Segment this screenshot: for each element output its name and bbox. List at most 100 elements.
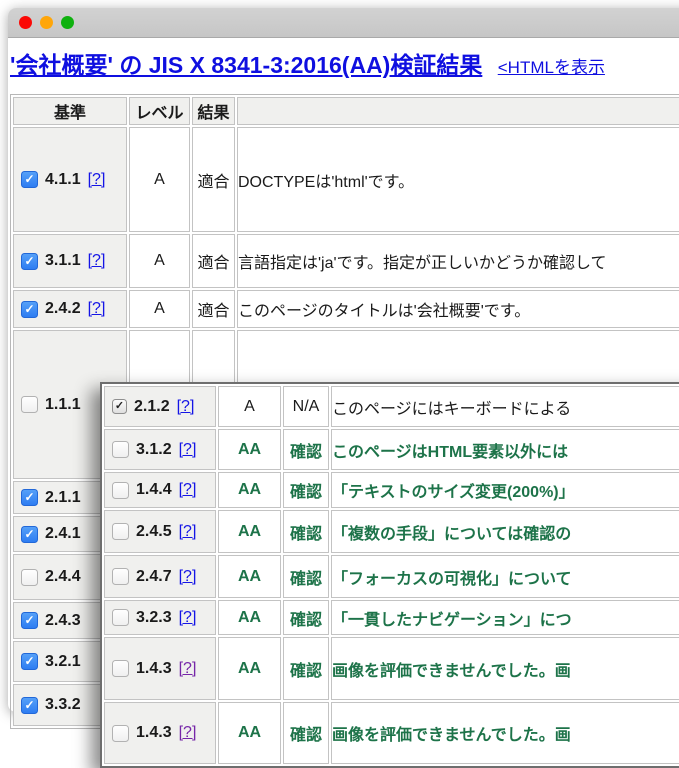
validation-result-title-link[interactable]: '会社概要' の JIS X 8341-3:2016(AA)検証結果: [10, 52, 482, 78]
result-detail-popup: 2.1.2 [?] A N/A このページにはキーボードによる 3.1.2 [?…: [100, 382, 679, 768]
criterion-cell: 2.4.2 [?]: [13, 290, 127, 328]
help-link[interactable]: [?]: [88, 171, 106, 189]
criterion-number: 1.4.3: [136, 659, 172, 677]
level-cell: A: [129, 234, 190, 288]
result-cell: 適合: [192, 127, 235, 232]
criterion-cell: 3.1.2 [?]: [104, 429, 216, 470]
checkbox-unchecked-icon[interactable]: [112, 441, 129, 458]
result-cell: 確認: [283, 429, 329, 470]
result-cell: N/A: [283, 386, 329, 427]
criterion-number: 2.4.4: [45, 568, 81, 585]
criterion-cell: 1.4.3 [?]: [104, 637, 216, 700]
help-link[interactable]: [?]: [179, 609, 197, 627]
checkbox-unchecked-icon[interactable]: [112, 568, 129, 585]
table-row: 4.1.1 [?] A 適合 DOCTYPEは'html'です。: [13, 127, 679, 232]
description-cell: 「フォーカスの可視化」について: [331, 555, 679, 598]
help-link[interactable]: [?]: [88, 252, 106, 270]
criterion-cell: 2.4.7 [?]: [104, 555, 216, 598]
page-title: '会社概要' の JIS X 8341-3:2016(AA)検証結果 <HTML…: [10, 46, 605, 80]
show-html-link[interactable]: <HTMLを表示: [498, 58, 605, 77]
criterion-number: 1.4.3: [136, 724, 172, 741]
level-cell: AA: [218, 555, 281, 598]
result-cell: 適合: [192, 234, 235, 288]
result-cell: 確認: [283, 702, 329, 764]
help-link[interactable]: [?]: [179, 660, 197, 678]
criterion-number: 4.1.1: [45, 170, 81, 188]
result-cell: 確認: [283, 472, 329, 508]
help-link[interactable]: [?]: [179, 481, 197, 499]
checkbox-unchecked-icon[interactable]: [21, 396, 38, 413]
checkbox-unchecked-icon[interactable]: [112, 660, 129, 677]
description-cell: 画像を評価できませんでした。画: [331, 702, 679, 764]
level-cell: AA: [218, 429, 281, 470]
criterion-cell: 2.4.5 [?]: [104, 510, 216, 553]
description-cell: このページにはキーボードによる: [331, 386, 679, 427]
zoom-button[interactable]: [61, 16, 74, 29]
criterion-cell: 2.1.2 [?]: [104, 386, 216, 427]
help-link[interactable]: [?]: [179, 523, 197, 541]
table-row: 2.1.2 [?] A N/A このページにはキーボードによる: [104, 386, 679, 427]
checkbox-checked-icon[interactable]: [21, 612, 38, 629]
result-cell: 確認: [283, 637, 329, 700]
description-cell: 「複数の手段」については確認の: [331, 510, 679, 553]
checkbox-checked-icon[interactable]: [21, 252, 38, 270]
level-cell: AA: [218, 472, 281, 508]
description-cell: このページのタイトルは'会社概要'です。: [237, 290, 679, 328]
criterion-number: 2.1.2: [134, 397, 170, 415]
help-link[interactable]: [?]: [179, 441, 197, 459]
criterion-number: 3.1.1: [45, 252, 81, 269]
criterion-cell: 1.4.4 [?]: [104, 472, 216, 508]
checkbox-checked-icon[interactable]: [21, 300, 38, 318]
criterion-cell: 1.4.3 [?]: [104, 702, 216, 764]
description-cell: このページはHTML要素以外には: [331, 429, 679, 470]
help-link[interactable]: [?]: [177, 398, 195, 416]
column-header-level: レベル: [129, 97, 190, 125]
table-header-row: 基準 レベル 結果: [13, 97, 679, 125]
level-cell: AA: [218, 510, 281, 553]
checkbox-checked-icon[interactable]: [21, 653, 38, 670]
checkbox-checked-icon[interactable]: [21, 171, 38, 188]
column-header-criterion: 基準: [13, 97, 127, 125]
criterion-number: 1.4.4: [136, 481, 172, 498]
checkbox-checked-icon[interactable]: [21, 489, 38, 506]
checkbox-unchecked-icon[interactable]: [21, 568, 38, 586]
result-cell: 適合: [192, 290, 235, 328]
help-link[interactable]: [?]: [179, 724, 197, 742]
checkbox-checked-icon[interactable]: [21, 525, 38, 543]
result-cell: 確認: [283, 510, 329, 553]
level-cell: AA: [218, 637, 281, 700]
popup-results-table: 2.1.2 [?] A N/A このページにはキーボードによる 3.1.2 [?…: [102, 384, 679, 766]
criterion-cell: 4.1.1 [?]: [13, 127, 127, 232]
checkbox-checked-icon[interactable]: [21, 696, 38, 714]
criterion-number: 3.2.1: [45, 652, 81, 670]
checkbox-unchecked-icon[interactable]: [112, 609, 129, 626]
table-row: 2.4.5 [?] AA 確認 「複数の手段」については確認の: [104, 510, 679, 553]
checkbox-checked-icon[interactable]: [112, 399, 127, 414]
criterion-number: 2.4.7: [136, 567, 172, 585]
criterion-number: 2.4.1: [45, 525, 81, 542]
description-cell: 画像を評価できませんでした。画: [331, 637, 679, 700]
table-row: 3.1.2 [?] AA 確認 このページはHTML要素以外には: [104, 429, 679, 470]
level-cell: AA: [218, 702, 281, 764]
result-cell: 確認: [283, 600, 329, 635]
window-titlebar: [8, 8, 679, 38]
criterion-cell: 3.1.1 [?]: [13, 234, 127, 288]
help-link[interactable]: [?]: [179, 568, 197, 586]
browser-window: '会社概要' の JIS X 8341-3:2016(AA)検証結果 <HTML…: [8, 8, 679, 768]
help-link[interactable]: [?]: [88, 300, 106, 318]
criterion-number: 2.1.1: [45, 488, 81, 506]
checkbox-unchecked-icon[interactable]: [112, 724, 129, 742]
table-row: 2.4.7 [?] AA 確認 「フォーカスの可視化」について: [104, 555, 679, 598]
description-cell: 「テキストのサイズ変更(200%)」: [331, 472, 679, 508]
description-cell: 言語指定は'ja'です。指定が正しいかどうか確認して: [237, 234, 679, 288]
checkbox-unchecked-icon[interactable]: [112, 523, 129, 540]
criterion-number: 3.1.2: [136, 440, 172, 458]
close-button[interactable]: [19, 16, 32, 29]
column-header-result: 結果: [192, 97, 235, 125]
criterion-number: 3.2.3: [136, 608, 172, 626]
page-content: '会社概要' の JIS X 8341-3:2016(AA)検証結果 <HTML…: [8, 38, 679, 768]
level-cell: A: [129, 127, 190, 232]
checkbox-unchecked-icon[interactable]: [112, 481, 129, 499]
table-row: 1.4.4 [?] AA 確認 「テキストのサイズ変更(200%)」: [104, 472, 679, 508]
minimize-button[interactable]: [40, 16, 53, 29]
